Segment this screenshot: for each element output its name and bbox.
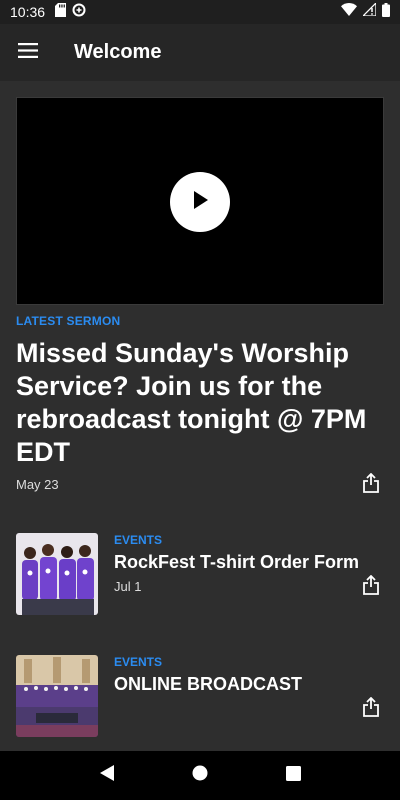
item-category: EVENTS: [114, 533, 163, 547]
featured-title[interactable]: Missed Sunday's Worship Service? Join us…: [16, 337, 386, 469]
home-button[interactable]: [180, 756, 220, 796]
share-button[interactable]: [359, 574, 383, 600]
data-saver-icon: [72, 3, 86, 22]
home-circle-icon: [192, 765, 208, 786]
share-button[interactable]: [359, 696, 383, 722]
video-player[interactable]: [16, 97, 384, 305]
featured-category: LATEST SERMON: [16, 314, 121, 328]
featured-date: May 23: [16, 477, 59, 492]
sd-card-icon: [55, 2, 67, 22]
item-title: ONLINE BROADCAST: [114, 674, 302, 694]
play-icon: [191, 190, 209, 215]
wifi-icon: [341, 3, 357, 21]
share-icon: [362, 472, 380, 498]
system-nav-bar: [0, 751, 400, 800]
item-title: RockFest T-shirt Order Form: [114, 552, 360, 572]
recents-button[interactable]: [273, 756, 313, 796]
event-thumbnail: [16, 533, 98, 615]
item-date: Jul 1: [114, 579, 142, 594]
back-triangle-icon: [99, 764, 115, 787]
battery-icon: [382, 2, 390, 22]
list-item[interactable]: EVENTS RockFest T-shirt Order Form Jul 1: [0, 533, 400, 623]
status-bar: 10:36: [0, 0, 400, 24]
back-button[interactable]: [87, 756, 127, 796]
share-icon: [362, 696, 380, 722]
cell-signal-icon: [361, 1, 377, 21]
content-feed[interactable]: LATEST SERMON Missed Sunday's Worship Se…: [0, 81, 400, 751]
event-thumbnail: [16, 655, 98, 737]
page-title: Welcome: [74, 41, 162, 63]
menu-button[interactable]: [0, 24, 56, 81]
share-button[interactable]: [359, 472, 383, 498]
list-item[interactable]: EVENTS ONLINE BROADCAST: [0, 655, 400, 745]
app-bar: Welcome: [0, 24, 400, 81]
hamburger-icon: [18, 42, 38, 63]
share-icon: [362, 574, 380, 600]
status-time: 10:36: [10, 4, 46, 20]
play-button[interactable]: [170, 172, 230, 232]
recents-square-icon: [285, 765, 301, 786]
item-category: EVENTS: [114, 655, 163, 669]
